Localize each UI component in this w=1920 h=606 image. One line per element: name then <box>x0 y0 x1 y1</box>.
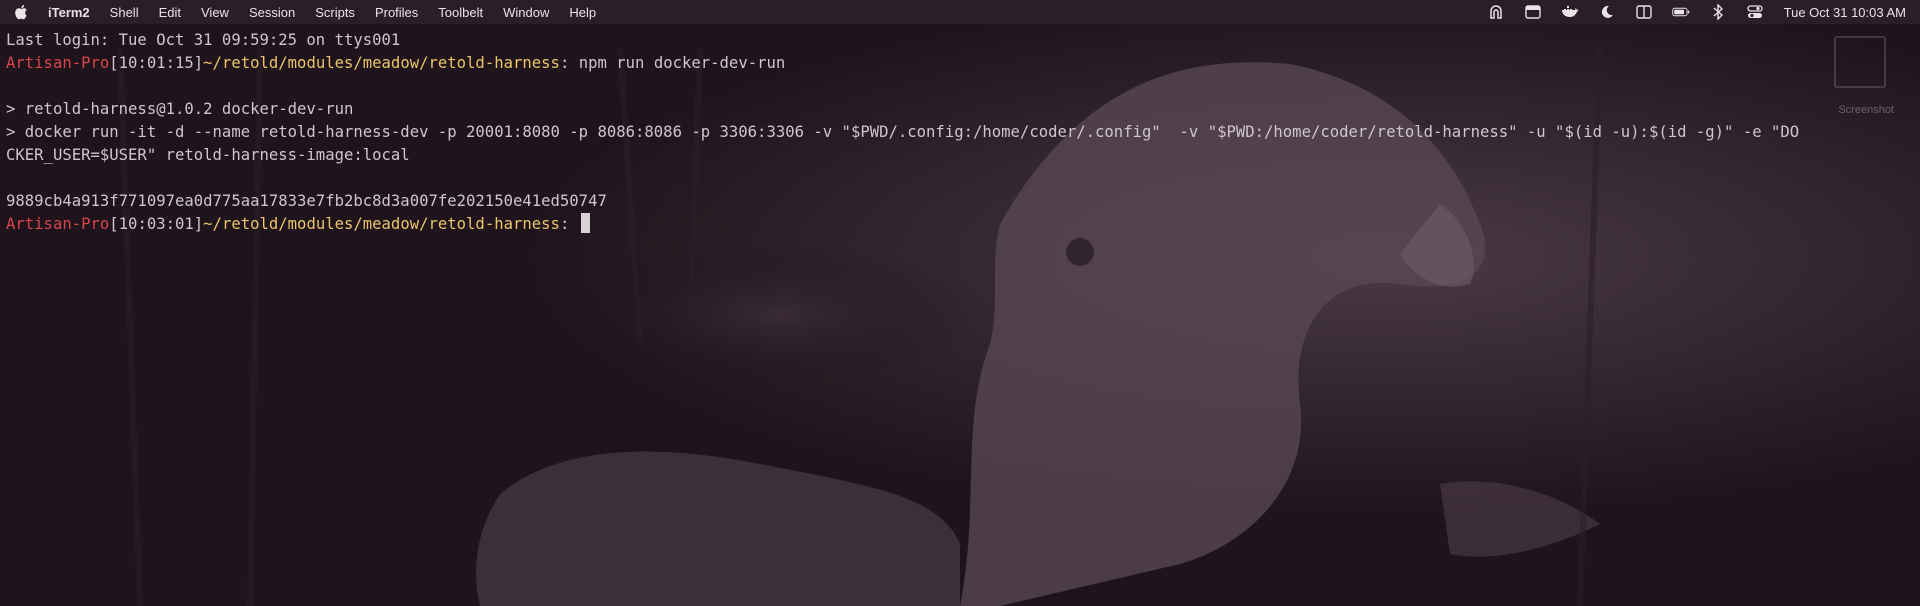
moon-icon[interactable] <box>1598 4 1616 20</box>
prompt-host: Artisan-Pro <box>6 54 110 72</box>
menu-shell[interactable]: Shell <box>110 5 139 20</box>
prompt-line: Artisan-Pro[10:01:15]~/retold/modules/me… <box>6 52 1920 75</box>
battery-icon[interactable] <box>1671 4 1690 20</box>
menu-bar: iTerm2 Shell Edit View Session Scripts P… <box>0 0 1920 24</box>
prompt-separator: : <box>559 215 579 233</box>
current-prompt-line[interactable]: Artisan-Pro[10:03:01]~/retold/modules/me… <box>6 213 1920 236</box>
prompt-host: Artisan-Pro <box>6 215 110 233</box>
terminal-output[interactable]: Last login: Tue Oct 31 09:59:25 on ttys0… <box>0 24 1920 606</box>
prompt-time: [10:03:01] <box>109 215 204 233</box>
output-line: 9889cb4a913f771097ea0d775aa17833e7fb2bc8… <box>6 192 607 210</box>
menu-help[interactable]: Help <box>569 5 596 20</box>
control-center-icon[interactable] <box>1746 4 1764 20</box>
menu-view[interactable]: View <box>201 5 229 20</box>
prompt-separator: : <box>559 54 579 72</box>
output-line: CKER_USER=$USER" retold-harness-image:lo… <box>6 146 410 164</box>
window-icon[interactable] <box>1524 4 1542 20</box>
arch-icon[interactable] <box>1487 4 1505 20</box>
status-area: Tue Oct 31 10:03 AM <box>1468 4 1906 20</box>
menu-toolbelt[interactable]: Toolbelt <box>438 5 483 20</box>
display-icon[interactable] <box>1635 4 1653 20</box>
menu-clock[interactable]: Tue Oct 31 10:03 AM <box>1784 5 1906 20</box>
docker-icon[interactable] <box>1561 4 1579 20</box>
menu-scripts[interactable]: Scripts <box>315 5 355 20</box>
menu-profiles[interactable]: Profiles <box>375 5 418 20</box>
menu-window[interactable]: Window <box>503 5 549 20</box>
prompt-time: [10:01:15] <box>109 54 204 72</box>
text-cursor[interactable] <box>580 213 590 233</box>
menu-session[interactable]: Session <box>249 5 295 20</box>
menu-app-name[interactable]: iTerm2 <box>48 5 90 20</box>
prompt-path: ~/retold/modules/meadow/retold-harness <box>203 54 560 72</box>
output-line: > retold-harness@1.0.2 docker-dev-run <box>6 100 354 118</box>
menu-edit[interactable]: Edit <box>159 5 181 20</box>
prompt-path: ~/retold/modules/meadow/retold-harness <box>203 215 560 233</box>
last-login-line: Last login: Tue Oct 31 09:59:25 on ttys0… <box>6 31 401 49</box>
prompt-command: npm run docker-dev-run <box>578 54 786 72</box>
output-line: > docker run -it -d --name retold-harnes… <box>6 123 1800 141</box>
bluetooth-icon[interactable] <box>1709 4 1727 20</box>
apple-icon[interactable] <box>14 4 28 20</box>
